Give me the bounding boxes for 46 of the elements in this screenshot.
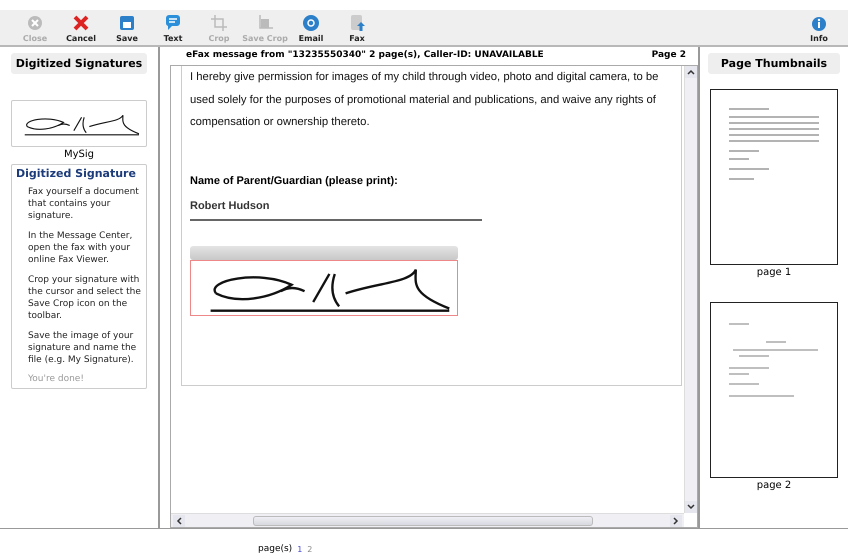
scrollbar-thumb[interactable] bbox=[253, 516, 593, 526]
signature-card[interactable] bbox=[11, 100, 147, 147]
speech-bubble-icon bbox=[164, 14, 182, 32]
message-header: eFax message from "13235550340" 2 page(s), Caller-ID: UNAVAILABLE bbox=[186, 50, 544, 62]
chevron-right-icon bbox=[673, 516, 679, 524]
panel-title: Page Thumbnails bbox=[708, 53, 840, 74]
page-thumbnail[interactable] bbox=[710, 89, 838, 265]
toolbar-button[interactable]: Email bbox=[288, 14, 334, 43]
help-step: Save the image of your signature and name the file (e.g. My Signature). bbox=[28, 330, 142, 366]
scroll-down-button[interactable] bbox=[685, 501, 697, 513]
help-title: Digitized Signature bbox=[16, 167, 137, 180]
signature-name: MySig bbox=[62, 149, 96, 160]
chevron-up-icon bbox=[687, 69, 695, 75]
help-step: Crop your signature with the cursor and select the Save Crop icon on the toolbar. bbox=[28, 274, 142, 322]
chevron-down-icon bbox=[687, 504, 695, 510]
close-icon bbox=[26, 14, 44, 32]
page-indicator: Page 2 bbox=[652, 50, 686, 62]
chevron-left-icon bbox=[176, 516, 182, 524]
panel-title: Digitized Signatures bbox=[11, 53, 147, 74]
toolbar-button[interactable]: Save bbox=[104, 14, 150, 43]
pager-label: page(s) bbox=[258, 544, 292, 554]
vertical-scrollbar[interactable] bbox=[684, 66, 697, 513]
cross-icon bbox=[72, 14, 90, 32]
scroll-right-button[interactable] bbox=[670, 514, 682, 526]
help-step: In the Message Center, open the fax with your online Fax Viewer. bbox=[28, 230, 142, 266]
floppy-icon bbox=[118, 14, 136, 32]
toolbar-button[interactable]: Cancel bbox=[58, 14, 104, 43]
horizontal-scrollbar[interactable] bbox=[171, 513, 684, 527]
toolbar-button[interactable]: Text bbox=[150, 14, 196, 43]
scroll-left-button[interactable] bbox=[173, 514, 185, 526]
page-thumbnail[interactable] bbox=[710, 302, 838, 478]
toolbar-button[interactable]: Info bbox=[796, 14, 842, 43]
field-value: Robert Hudson bbox=[190, 200, 270, 212]
page-link[interactable]: 2 bbox=[307, 545, 312, 554]
info-icon bbox=[810, 14, 828, 32]
help-step: Fax yourself a document that contains your signature. bbox=[28, 186, 142, 222]
thumbnail-label: page 2 bbox=[756, 480, 792, 491]
page-link[interactable]: 1 bbox=[297, 545, 302, 554]
upload-arrow-icon bbox=[348, 14, 366, 32]
thumbnail-label: page 1 bbox=[756, 267, 792, 278]
help-note: You're done! bbox=[28, 374, 85, 384]
crop-handle-bar[interactable] bbox=[190, 246, 458, 260]
scroll-up-button[interactable] bbox=[685, 66, 697, 78]
field-label: Name of Parent/Guardian (please print): bbox=[190, 174, 399, 186]
document-paragraph: I hereby give permission for images of my child through video, photo and digital camera, to be used solely for the purposes of promotional material and publications, and waive any rights of compensation or ownership thereto. bbox=[190, 70, 660, 130]
toolbar-button[interactable]: Fax bbox=[334, 14, 380, 43]
